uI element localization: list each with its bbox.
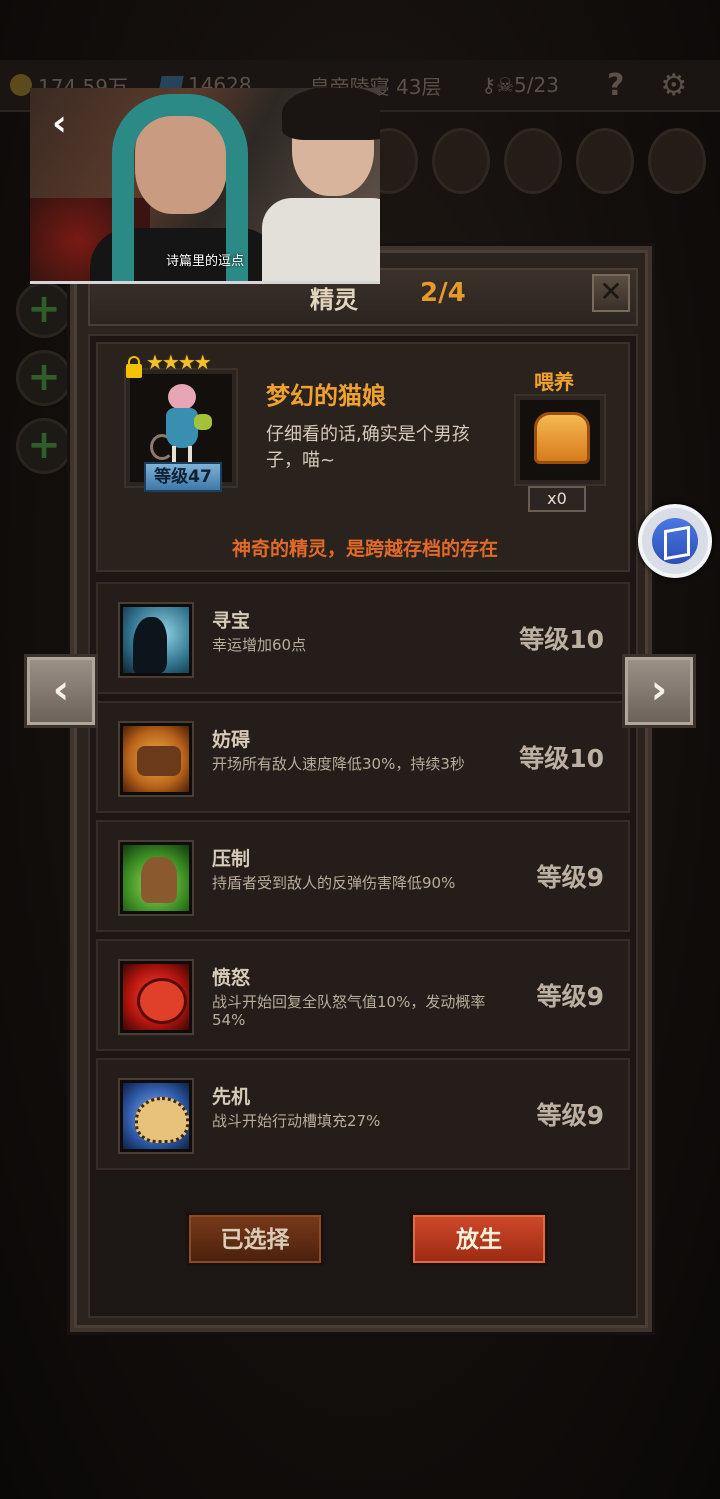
add-slot-icon: + [16, 350, 72, 406]
floating-assistant-button[interactable] [638, 504, 712, 578]
skill-row[interactable]: 先机 战斗开始行动槽填充27% 等级9 [96, 1058, 630, 1170]
add-slot-icon: + [16, 282, 72, 338]
dialog-title: 精灵 [310, 286, 358, 314]
star-rating: ★★★★ [146, 350, 212, 374]
skill-description: 战斗开始回复全队怒气值10%，发动概率54% [212, 993, 486, 1029]
spirit-dialog: 精灵 2/4 ✕ ★★★★ 等级47 梦幻的猫娘 仔细看的话,确实是个男孩子，喵… [70, 246, 652, 1332]
hero-slot-icon [504, 128, 562, 194]
treasure-silhouette-icon [120, 604, 192, 676]
leopard-icon [120, 1080, 192, 1152]
skull-icon: ☠ [496, 73, 515, 97]
release-button[interactable]: 放生 [410, 1212, 548, 1266]
chained-boot-icon [120, 723, 192, 795]
spirit-tagline: 神奇的精灵，是跨越存档的存在 [231, 538, 498, 560]
skill-list: 寻宝 幸运增加60点 等级10 妨碍 开场所有敌人速度降低30%，持续3秒 等级… [96, 582, 630, 1177]
spirit-description: 仔细看的话,确实是个男孩子，喵~ [266, 424, 470, 471]
spirit-name: 梦幻的猫娘 [266, 382, 386, 410]
skill-name: 妨碍 [212, 729, 251, 751]
help-button[interactable]: ? [607, 68, 624, 103]
dialog-content: ★★★★ 等级47 梦幻的猫娘 仔细看的话,确实是个男孩子，喵~ 喂养 x0 神… [88, 334, 638, 1318]
lock-icon[interactable] [126, 356, 142, 378]
key-count: 5/23 [514, 73, 559, 97]
hero-slot-icon [648, 128, 706, 194]
hero-slot-icon [432, 128, 490, 194]
roaring-panther-icon [120, 961, 192, 1033]
skill-description: 战斗开始行动槽填充27% [212, 1112, 381, 1130]
skill-description: 幸运增加60点 [212, 636, 307, 654]
spirit-info-panel: ★★★★ 等级47 梦幻的猫娘 仔细看的话,确实是个男孩子，喵~ 喂养 x0 神… [96, 342, 630, 572]
cat-girl-figure [150, 384, 212, 472]
video-overlay[interactable]: ‹ 诗篇里的逗点 [30, 88, 380, 284]
close-button[interactable]: ✕ [592, 274, 630, 312]
skill-level: 等级9 [536, 863, 604, 892]
skill-row[interactable]: 压制 持盾者受到敌人的反弹伤害降低90% 等级9 [96, 820, 630, 932]
previous-spirit-button[interactable]: ‹ [24, 654, 98, 728]
feed-label: 喂养 [534, 370, 574, 394]
skill-level: 等级9 [536, 982, 604, 1011]
selected-button[interactable]: 已选择 [186, 1212, 324, 1266]
skill-row[interactable]: 妨碍 开场所有敌人速度降低30%，持续3秒 等级10 [96, 701, 630, 813]
gear-icon[interactable]: ⚙ [660, 68, 687, 103]
feed-button[interactable] [516, 396, 604, 484]
skill-level: 等级10 [519, 744, 604, 773]
key-icon: ⚷ [481, 73, 497, 97]
skill-name: 压制 [212, 848, 251, 870]
skill-row[interactable]: 愤怒 战斗开始回复全队怒气值10%，发动概率54% 等级9 [96, 939, 630, 1051]
skill-name: 寻宝 [212, 610, 251, 632]
skill-name: 先机 [212, 1086, 251, 1108]
skill-description: 开场所有敌人速度降低30%，持续3秒 [212, 755, 465, 773]
skill-name: 愤怒 [212, 967, 251, 989]
gold-coin-icon [10, 74, 32, 96]
skill-level: 等级10 [519, 625, 604, 654]
skill-description: 持盾者受到敌人的反弹伤害降低90% [212, 874, 456, 892]
back-icon[interactable]: ‹ [52, 104, 82, 144]
cube-icon [652, 518, 698, 564]
feed-item-count: x0 [528, 486, 586, 512]
add-slot-icon: + [16, 418, 72, 474]
video-caption: 诗篇里的逗点 [165, 254, 244, 269]
skill-level: 等级9 [536, 1101, 604, 1130]
hero-slot-icon [576, 128, 634, 194]
next-spirit-button[interactable]: › [622, 654, 696, 728]
bread-icon [534, 412, 590, 464]
spirit-page-count: 2/4 [420, 278, 466, 308]
background-hero-icons [360, 128, 706, 194]
beast-claw-icon [120, 842, 192, 914]
spirit-level-badge: 等级47 [144, 462, 222, 492]
skill-row[interactable]: 寻宝 幸运增加60点 等级10 [96, 582, 630, 694]
